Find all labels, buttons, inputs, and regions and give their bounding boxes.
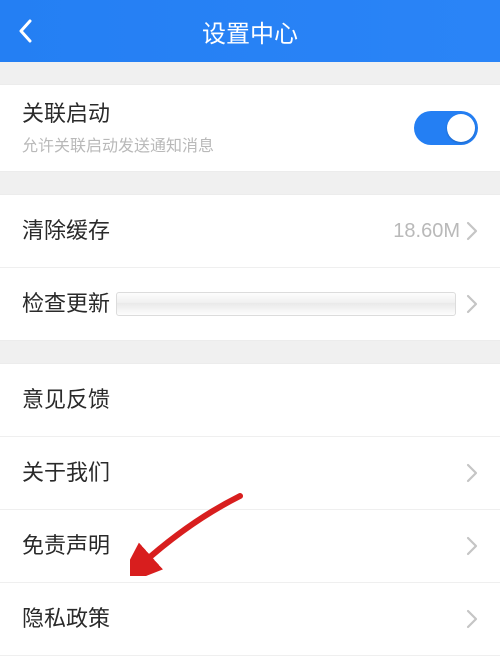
- header: 设置中心: [0, 0, 500, 62]
- update-progress-bar: [116, 292, 456, 316]
- value-cache-size: 18.60M: [393, 220, 460, 243]
- gap: [0, 171, 500, 195]
- cell-association-launch: 关联启动 允许关联启动发送通知消息: [0, 85, 500, 171]
- group-maintenance: 清除缓存 18.60M 检查更新: [0, 195, 500, 340]
- cell-clear-cache[interactable]: 清除缓存 18.60M: [0, 195, 500, 267]
- label-clear-cache: 清除缓存: [22, 217, 393, 246]
- cell-help[interactable]: 帮助中心: [0, 655, 500, 663]
- chevron-icon: [466, 294, 478, 314]
- page-title: 设置中心: [0, 14, 500, 49]
- label-feedback: 意见反馈: [22, 386, 478, 415]
- cell-disclaimer[interactable]: 免责声明: [0, 509, 500, 582]
- label-check-update: 检查更新: [22, 290, 110, 319]
- chevron-icon: [466, 609, 478, 629]
- toggle-association-launch[interactable]: [414, 111, 478, 145]
- sub-association-launch: 允许关联启动发送通知消息: [22, 132, 414, 156]
- cell-check-update[interactable]: 检查更新: [0, 267, 500, 340]
- cell-main: 关联启动 允许关联启动发送通知消息: [22, 100, 414, 157]
- chevron-icon: [466, 463, 478, 483]
- back-icon[interactable]: [18, 19, 32, 43]
- cell-feedback[interactable]: 意见反馈: [0, 364, 500, 436]
- label-disclaimer: 免责声明: [22, 532, 466, 561]
- group-list: 意见反馈 关于我们 免责声明 隐私政策 帮助中心: [0, 364, 500, 663]
- toggle-knob: [447, 114, 475, 142]
- chevron-icon: [466, 221, 478, 241]
- cell-privacy[interactable]: 隐私政策: [0, 582, 500, 655]
- chevron-icon: [466, 536, 478, 556]
- group-toggle: 关联启动 允许关联启动发送通知消息: [0, 85, 500, 171]
- cell-about[interactable]: 关于我们: [0, 436, 500, 509]
- spacer: [0, 62, 500, 85]
- label-association-launch: 关联启动: [22, 100, 414, 129]
- label-about: 关于我们: [22, 459, 466, 488]
- gap: [0, 340, 500, 364]
- label-privacy: 隐私政策: [22, 605, 466, 634]
